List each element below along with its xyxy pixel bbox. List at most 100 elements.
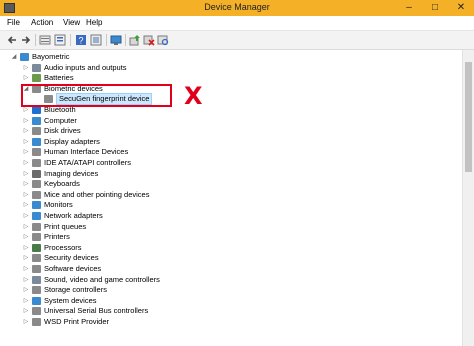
controller-icon <box>32 159 41 167</box>
expand-arrow-icon[interactable]: ▷ <box>22 211 30 221</box>
scrollbar-thumb[interactable] <box>465 62 472 172</box>
expand-arrow-icon[interactable]: ▷ <box>22 147 30 157</box>
printer-icon <box>32 318 41 326</box>
title-bar: Device Manager – □ ✕ <box>0 0 474 16</box>
tree-item-label: Disk drives <box>44 126 81 136</box>
tree-item-display-adapters[interactable]: ▷ Display adapters <box>0 137 460 147</box>
display-icon <box>32 137 41 146</box>
monitor-icon[interactable] <box>110 34 122 46</box>
minimize-button[interactable]: – <box>396 0 422 16</box>
expand-arrow-icon[interactable]: ▷ <box>22 264 30 274</box>
expand-arrow-icon[interactable]: ▷ <box>22 285 30 295</box>
toolbar-separator <box>35 34 36 46</box>
device-list-icon[interactable] <box>39 34 51 46</box>
expand-arrow-icon[interactable]: ▷ <box>22 243 30 253</box>
tree-item-label: Computer <box>44 115 77 125</box>
tree-item-root[interactable]: ◢ Bayometric <box>0 52 460 62</box>
expand-arrow-icon[interactable]: ▷ <box>22 200 30 210</box>
expand-arrow-icon[interactable]: ▷ <box>22 169 30 179</box>
tree-item-print-queues[interactable]: ▷ Print queues <box>0 222 460 232</box>
menu-bar: File Action View Help <box>0 16 474 31</box>
tree-item-storage-controllers[interactable]: ▷ Storage controllers <box>0 285 460 295</box>
monitor-icon <box>32 201 41 210</box>
tree-item-label: Software devices <box>44 264 102 273</box>
properties-icon[interactable] <box>54 34 66 46</box>
printer-icon <box>32 233 41 242</box>
disk-icon <box>32 127 41 136</box>
expand-arrow-icon[interactable]: ▷ <box>22 296 30 306</box>
tree-item-batteries[interactable]: ▷ Batteries <box>0 73 460 83</box>
tree-item-wsd-print-provider[interactable]: ▷ WSD Print Provider <box>0 317 460 327</box>
tree-item-network-adapters[interactable]: ▷ Network adapters <box>0 211 460 221</box>
tree-item-imaging-devices[interactable]: ▷ Imaging devices <box>0 169 460 179</box>
menu-help[interactable]: Help <box>86 18 102 27</box>
software-icon <box>32 265 41 273</box>
expand-arrow-icon[interactable]: ▷ <box>22 317 30 327</box>
forward-arrow-icon[interactable] <box>20 34 32 46</box>
expand-arrow-icon[interactable]: ▷ <box>22 73 30 83</box>
sound-icon <box>32 275 41 284</box>
show-hidden-icon[interactable] <box>90 34 102 46</box>
scan-hardware-icon[interactable] <box>157 34 169 46</box>
expand-arrow-icon[interactable]: ▷ <box>22 179 30 189</box>
mouse-icon <box>32 190 41 199</box>
expand-arrow-icon[interactable]: ▷ <box>22 306 30 316</box>
collapse-arrow-icon[interactable]: ◢ <box>10 52 18 62</box>
expand-arrow-icon[interactable]: ▷ <box>22 190 30 200</box>
tree-item-label: Keyboards <box>44 179 80 189</box>
back-arrow-icon[interactable] <box>6 34 18 46</box>
tree-item-security-devices[interactable]: ▷ Security devices <box>0 253 460 263</box>
tree-item-label: Universal Serial Bus controllers <box>44 306 149 316</box>
network-icon <box>32 212 41 220</box>
tree-item-label: Sound, video and game controllers <box>44 274 160 284</box>
expand-arrow-icon[interactable]: ▷ <box>22 63 30 73</box>
expand-arrow-icon[interactable]: ▷ <box>22 232 30 242</box>
tree-item-ide-ata-atapi-controllers[interactable]: ▷ IDE ATA/ATAPI controllers <box>0 158 460 168</box>
printer-icon <box>32 222 41 231</box>
tree-item-label: Mice and other pointing devices <box>44 189 150 199</box>
tree-item-printers[interactable]: ▷ Printers <box>0 232 460 242</box>
tree-item-human-interface-devices[interactable]: ▷ Human Interface Devices <box>0 147 460 157</box>
menu-view[interactable]: View <box>63 18 80 27</box>
camera-icon <box>32 169 41 178</box>
tree-item-disk-drives[interactable]: ▷ Disk drives <box>0 126 460 136</box>
tree-item-label: Network adapters <box>44 211 103 220</box>
vertical-scrollbar[interactable] <box>462 50 474 346</box>
tree-item-keyboards[interactable]: ▷ Keyboards <box>0 179 460 189</box>
toolbar: ? <box>0 31 474 50</box>
help-icon[interactable]: ? <box>75 34 87 46</box>
close-button[interactable]: ✕ <box>448 0 474 16</box>
toolbar-separator <box>125 34 126 46</box>
maximize-button[interactable]: □ <box>422 0 448 16</box>
tree-item-label: Security devices <box>44 253 99 263</box>
tree-item-system-devices[interactable]: ▷ System devices <box>0 296 460 306</box>
tree-item-audio-inputs-and-outputs[interactable]: ▷ Audio inputs and outputs <box>0 63 460 73</box>
bluetooth-icon <box>32 106 41 114</box>
menu-file[interactable]: File <box>7 18 20 27</box>
expand-arrow-icon[interactable]: ▷ <box>22 137 30 147</box>
tree-item-label: IDE ATA/ATAPI controllers <box>44 158 131 167</box>
tree-item-sound-video-and-game-controllers[interactable]: ▷ Sound, video and game controllers <box>0 275 460 285</box>
system-icon <box>32 296 41 305</box>
expand-arrow-icon[interactable]: ▷ <box>22 275 30 285</box>
expand-arrow-icon[interactable]: ▷ <box>22 222 30 232</box>
expand-arrow-icon[interactable]: ▷ <box>22 253 30 263</box>
tree-item-mice-and-other-pointing-devices[interactable]: ▷ Mice and other pointing devices <box>0 190 460 200</box>
computer-icon <box>20 53 29 61</box>
expand-arrow-icon[interactable]: ▷ <box>22 158 30 168</box>
uninstall-icon[interactable] <box>143 34 155 46</box>
tree-item-universal-serial-bus-controllers[interactable]: ▷ Universal Serial Bus controllers <box>0 306 460 316</box>
annotation-x-mark: X <box>184 82 203 110</box>
tree-item-computer[interactable]: ▷ Computer <box>0 116 460 126</box>
tree-item-label: Human Interface Devices <box>44 147 129 157</box>
update-driver-icon[interactable] <box>129 34 141 46</box>
tree-item-software-devices[interactable]: ▷ Software devices <box>0 264 460 274</box>
tree-item-label: Imaging devices <box>44 168 99 178</box>
expand-arrow-icon[interactable]: ▷ <box>22 116 30 126</box>
tree-item-monitors[interactable]: ▷ Monitors <box>0 200 460 210</box>
tree-item-processors[interactable]: ▷ Processors <box>0 243 460 253</box>
tree-item-label: WSD Print Provider <box>44 317 110 326</box>
expand-arrow-icon[interactable]: ▷ <box>22 126 30 136</box>
svg-text:?: ? <box>78 36 83 46</box>
menu-action[interactable]: Action <box>31 18 53 27</box>
